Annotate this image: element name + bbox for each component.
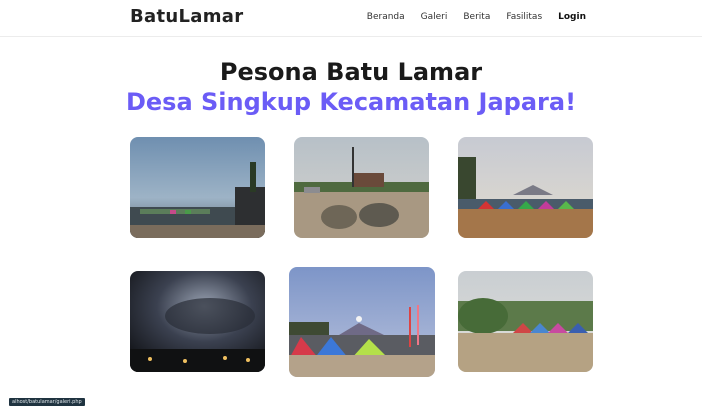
nav-link-berita[interactable]: Berita [463, 12, 490, 22]
photo-night-sky [130, 271, 265, 372]
nav-link-beranda[interactable]: Beranda [367, 12, 405, 22]
nav-link-login[interactable]: Login [558, 12, 586, 22]
hero-subtitle: Desa Singkup Kecamatan Japara! [125, 88, 577, 116]
photo-campsite-rocks [294, 137, 429, 238]
photo-hillside-tents [458, 271, 593, 372]
gallery-photo-4[interactable] [130, 271, 265, 372]
gallery-photo-2[interactable] [294, 137, 429, 238]
gallery-photo-1[interactable] [130, 137, 265, 238]
photo-tents-mountain [458, 137, 593, 238]
gallery-photo-5[interactable] [289, 267, 435, 377]
nav-link-galeri[interactable]: Galeri [421, 12, 448, 22]
hero-title: Pesona Batu Lamar [219, 58, 483, 86]
gallery-photo-3[interactable] [458, 137, 593, 238]
navbar: BatuLamar Beranda Galeri Berita Fasilita… [0, 0, 702, 37]
nav-link-fasilitas[interactable]: Fasilitas [506, 12, 542, 22]
brand-logo[interactable]: BatuLamar [130, 6, 243, 27]
nav-links: Beranda Galeri Berita Fasilitas Login [367, 12, 586, 22]
photo-dusk-lake [130, 137, 265, 238]
gallery-photo-6[interactable] [458, 271, 593, 372]
page: BatuLamar Beranda Galeri Berita Fasilita… [0, 0, 702, 406]
browser-status-url: alhost/batulamar/galeri.php [9, 398, 85, 406]
photo-tents-blue-sky [289, 267, 435, 377]
